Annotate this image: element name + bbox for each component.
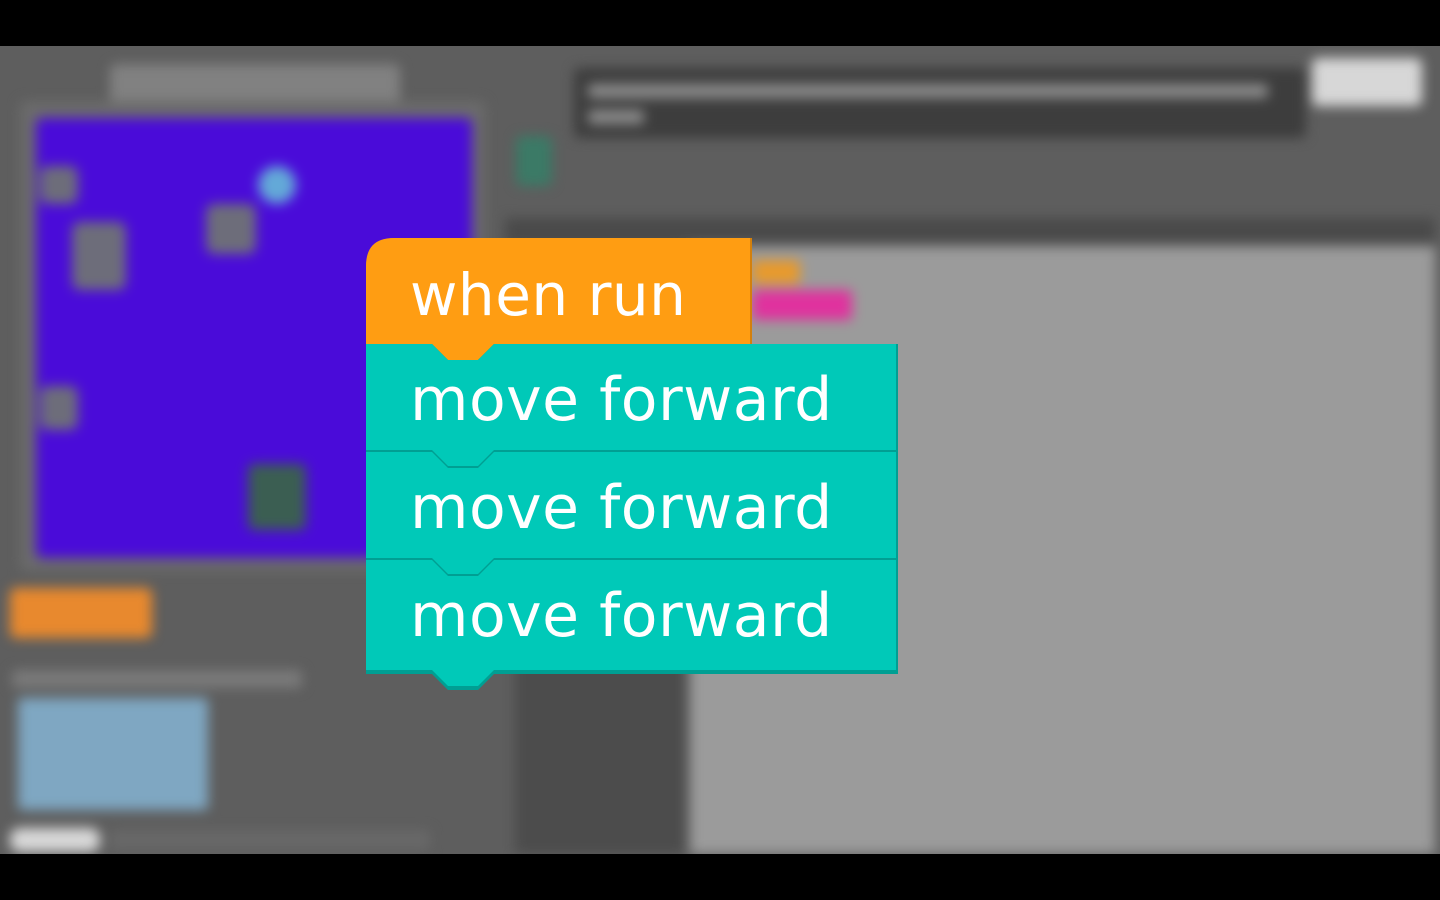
footer-links <box>110 830 430 850</box>
stone-block <box>40 166 78 204</box>
move-forward-block[interactable]: move forward <box>366 560 900 690</box>
when-run-block[interactable]: when run <box>366 238 754 364</box>
move-forward-label: move forward <box>410 365 833 435</box>
move-forward-block[interactable]: move forward <box>366 344 900 470</box>
move-forward-label: move forward <box>410 473 833 543</box>
instructions-text <box>588 84 1268 98</box>
caption-text <box>12 670 302 688</box>
when-run-label: when run <box>410 261 687 329</box>
video-thumbnail[interactable] <box>18 698 208 810</box>
letterbox-bottom <box>0 854 1440 900</box>
instructions-panel <box>574 68 1306 138</box>
instructions-text-continued <box>588 110 644 124</box>
move-forward-block[interactable]: move forward <box>366 452 900 578</box>
gem-icon <box>258 166 296 204</box>
code-block-stack: when run move forward move forward move … <box>366 238 900 698</box>
top-right-button[interactable] <box>1312 58 1422 106</box>
move-forward-label: move forward <box>410 581 833 651</box>
stone-block <box>72 222 126 290</box>
footer-button[interactable] <box>10 828 100 852</box>
run-button[interactable] <box>10 588 152 638</box>
letterbox-top <box>0 0 1440 46</box>
stone-block <box>40 386 78 430</box>
stone-block <box>206 204 256 254</box>
player-character-icon <box>248 464 306 530</box>
character-avatar <box>516 136 552 186</box>
